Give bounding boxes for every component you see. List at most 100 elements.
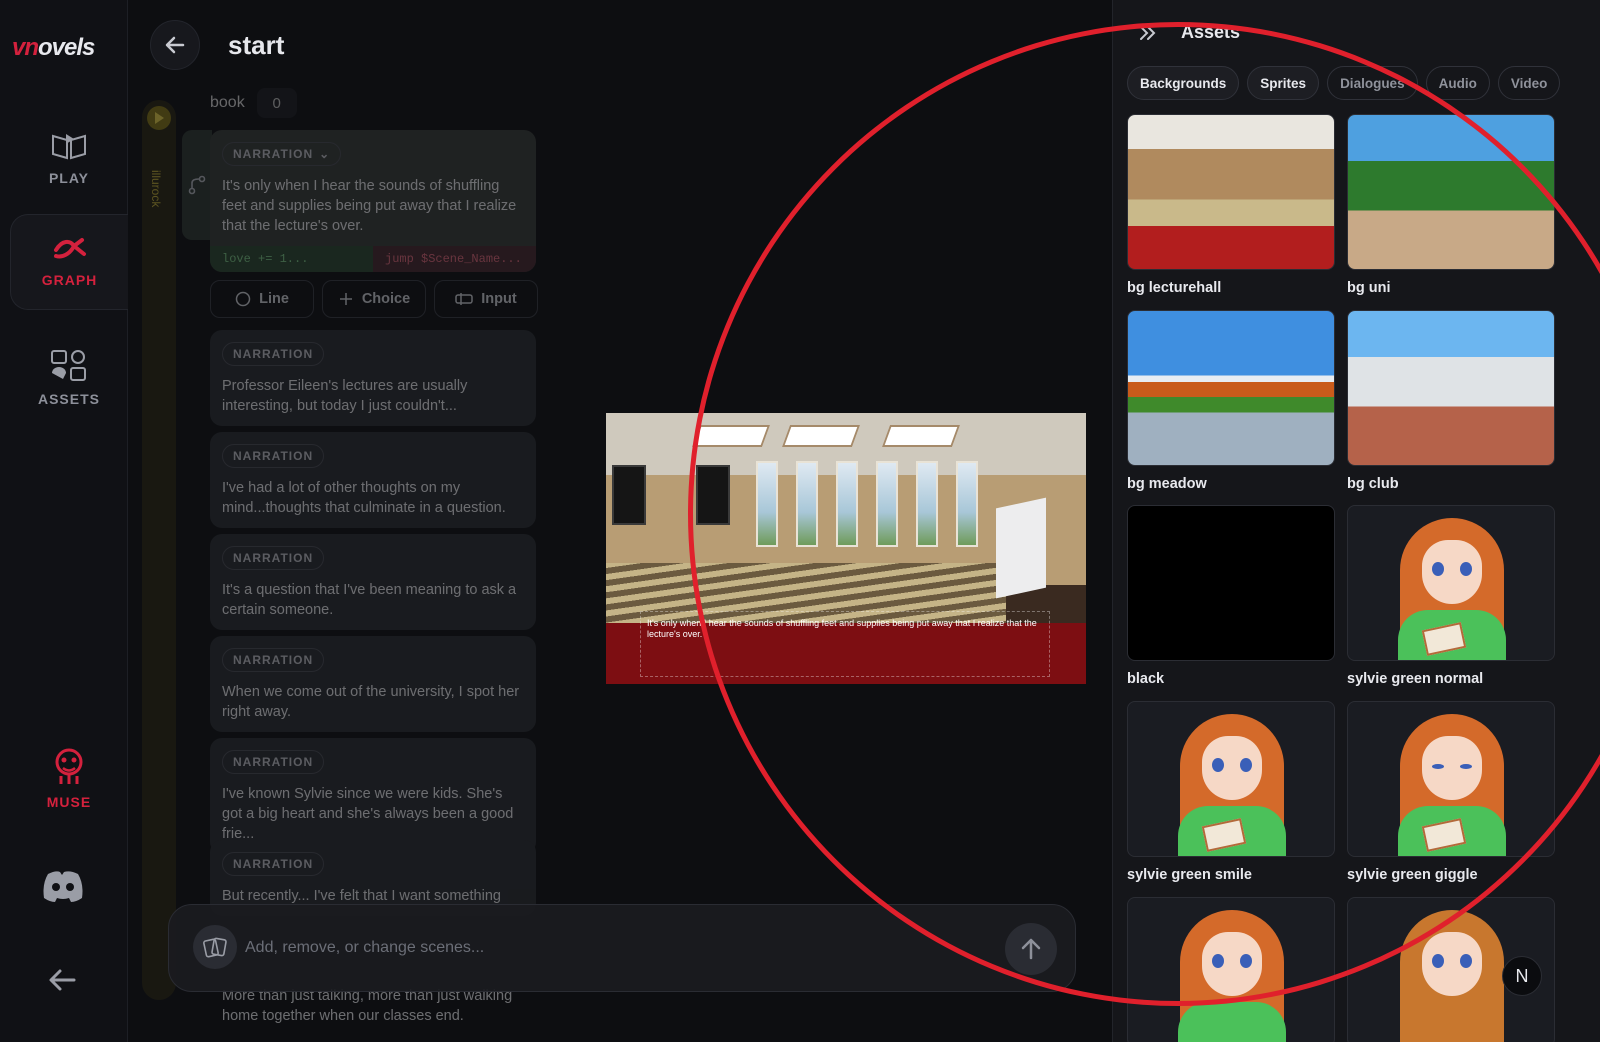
asset-item[interactable]: sylvie green normal <box>1347 505 1555 687</box>
asset-item[interactable]: sylvie green smile <box>1127 701 1335 883</box>
dialogue-card[interactable]: NARRATION It's a question that I've been… <box>210 534 536 630</box>
card-text[interactable]: Professor Eileen's lectures are usually … <box>222 376 524 416</box>
type-badge[interactable]: NARRATION <box>222 852 325 876</box>
type-badge[interactable]: NARRATION <box>222 444 325 468</box>
sprite-eye <box>1460 562 1472 576</box>
chat-input[interactable] <box>245 933 945 963</box>
sprite-eye <box>1432 764 1444 769</box>
corner-badge[interactable]: N <box>1502 956 1542 996</box>
variable-effect[interactable]: love += 1... <box>210 246 373 272</box>
sprite-eye <box>1460 764 1472 769</box>
sprite-dress <box>1178 1002 1286 1042</box>
dialogue-card[interactable]: NARRATION I've had a lot of other though… <box>210 432 536 528</box>
tab-dialogues[interactable]: Dialogues <box>1327 66 1418 100</box>
preview-window <box>836 461 858 547</box>
card-text[interactable]: When we come out of the university, I sp… <box>222 682 524 722</box>
tab-sprites[interactable]: Sprites <box>1247 66 1320 100</box>
collapse-nav-button[interactable] <box>44 966 80 999</box>
type-badge[interactable]: NARRATION <box>222 546 325 570</box>
asset-item[interactable]: bg meadow <box>1127 310 1335 492</box>
jump-effect[interactable]: jump $Scene_Name... <box>373 246 536 272</box>
asset-name: bg lecturehall <box>1127 280 1222 296</box>
discord-icon <box>43 871 83 902</box>
add-input-button[interactable]: Input <box>434 280 538 318</box>
asset-item[interactable]: bg uni <box>1347 114 1555 296</box>
asset-item[interactable]: black <box>1127 505 1335 687</box>
page-title: start <box>228 30 285 60</box>
nav-graph[interactable]: GRAPH <box>10 214 128 310</box>
chevron-down-icon: ⌄ <box>319 147 331 161</box>
send-button[interactable] <box>1005 923 1057 975</box>
sprite-eye <box>1240 758 1252 772</box>
asset-item[interactable]: sylvie green giggle <box>1347 701 1555 883</box>
back-button[interactable] <box>150 20 200 70</box>
asset-name: black <box>1127 671 1165 687</box>
type-badge[interactable]: NARRATION ⌄ <box>222 142 342 166</box>
dialogue-card[interactable]: NARRATION I've known Sylvie since we wer… <box>210 738 536 854</box>
branch-marker[interactable] <box>182 130 212 240</box>
card-text: More than just talking, more than just w… <box>222 988 513 1024</box>
tab-audio[interactable]: Audio <box>1425 66 1490 100</box>
card-text[interactable]: I've had a lot of other thoughts on my m… <box>222 478 524 518</box>
book-row: book 0 <box>210 88 297 118</box>
add-line-label: Line <box>259 291 289 307</box>
dialogue-card[interactable]: NARRATION ⌄ It's only when I hear the sou… <box>210 130 536 272</box>
tab-backgrounds[interactable]: Backgrounds <box>1127 66 1240 100</box>
ceiling-light <box>881 425 961 447</box>
sprite-eye <box>1240 954 1252 968</box>
add-input-label: Input <box>481 291 517 307</box>
nav-muse[interactable]: MUSE <box>10 730 128 826</box>
cards-icon <box>203 937 227 958</box>
double-chevron-right-icon[interactable] <box>1139 25 1157 41</box>
sprite-face <box>1202 932 1262 996</box>
type-badge[interactable]: NARRATION <box>222 648 325 672</box>
sprite-eye <box>1432 562 1444 576</box>
tab-video[interactable]: Video <box>1497 66 1561 100</box>
arrow-left-icon <box>165 36 185 54</box>
nav-play[interactable]: PLAY <box>10 110 128 206</box>
card-text[interactable]: It's only when I hear the sounds of shuf… <box>222 176 524 236</box>
asset-item[interactable]: bg lecturehall <box>1127 114 1335 296</box>
scene-timeline: illurock <box>142 100 176 1000</box>
preview-caption: It's only when I hear the sounds of shuf… <box>640 611 1050 677</box>
asset-item[interactable]: bg club <box>1347 310 1555 492</box>
type-badge[interactable]: NARRATION <box>222 750 325 774</box>
card-effects: love += 1... jump $Scene_Name... <box>210 246 536 272</box>
dialogue-card[interactable]: NARRATION When we come out of the univer… <box>210 636 536 732</box>
book-count[interactable]: 0 <box>256 88 297 118</box>
muse-icon <box>55 748 83 784</box>
card-text[interactable]: It's a question that I've been meaning t… <box>222 580 524 620</box>
sprite-eye <box>1432 954 1444 968</box>
preview-window <box>756 461 778 547</box>
graph-icon <box>53 238 86 259</box>
assets-tabs: Backgrounds Sprites Dialogues Audio Vide… <box>1127 66 1561 100</box>
discord-button[interactable] <box>40 868 86 909</box>
left-nav: vnovels PLAY GRAPH ASSETS MUSE <box>0 0 128 1042</box>
sprite-face <box>1422 736 1482 800</box>
assets-header: Assets <box>1139 22 1240 43</box>
dialogue-card[interactable]: NARRATION Professor Eileen's lectures ar… <box>210 330 536 426</box>
asset-thumbnail <box>1347 310 1555 466</box>
preview-window <box>916 461 938 547</box>
timeline-label: illurock <box>149 170 163 208</box>
asset-item[interactable] <box>1127 897 1335 1042</box>
asset-thumbnail <box>1127 114 1335 270</box>
app-logo[interactable]: vnovels <box>12 34 95 62</box>
play-scene-button[interactable] <box>147 106 171 130</box>
add-choice-button[interactable]: Choice <box>322 280 426 318</box>
preview-window <box>796 461 818 547</box>
add-line-button[interactable]: Line <box>210 280 314 318</box>
scene-preview[interactable]: It's only when I hear the sounds of shuf… <box>606 413 1086 684</box>
muse-avatar <box>193 925 237 969</box>
card-text[interactable]: I've known Sylvie since we were kids. Sh… <box>222 784 524 844</box>
preview-tv <box>612 465 646 525</box>
book-label: book <box>210 94 245 111</box>
nav-assets[interactable]: ASSETS <box>10 330 128 426</box>
assets-title: Assets <box>1181 22 1241 42</box>
card-text[interactable]: But recently... I've felt that I want so… <box>222 886 524 906</box>
arrow-left-icon <box>49 969 76 991</box>
asset-name: bg uni <box>1347 280 1391 296</box>
type-badge[interactable]: NARRATION <box>222 342 325 366</box>
asset-name: bg meadow <box>1127 476 1207 492</box>
sprite-face <box>1202 736 1262 800</box>
